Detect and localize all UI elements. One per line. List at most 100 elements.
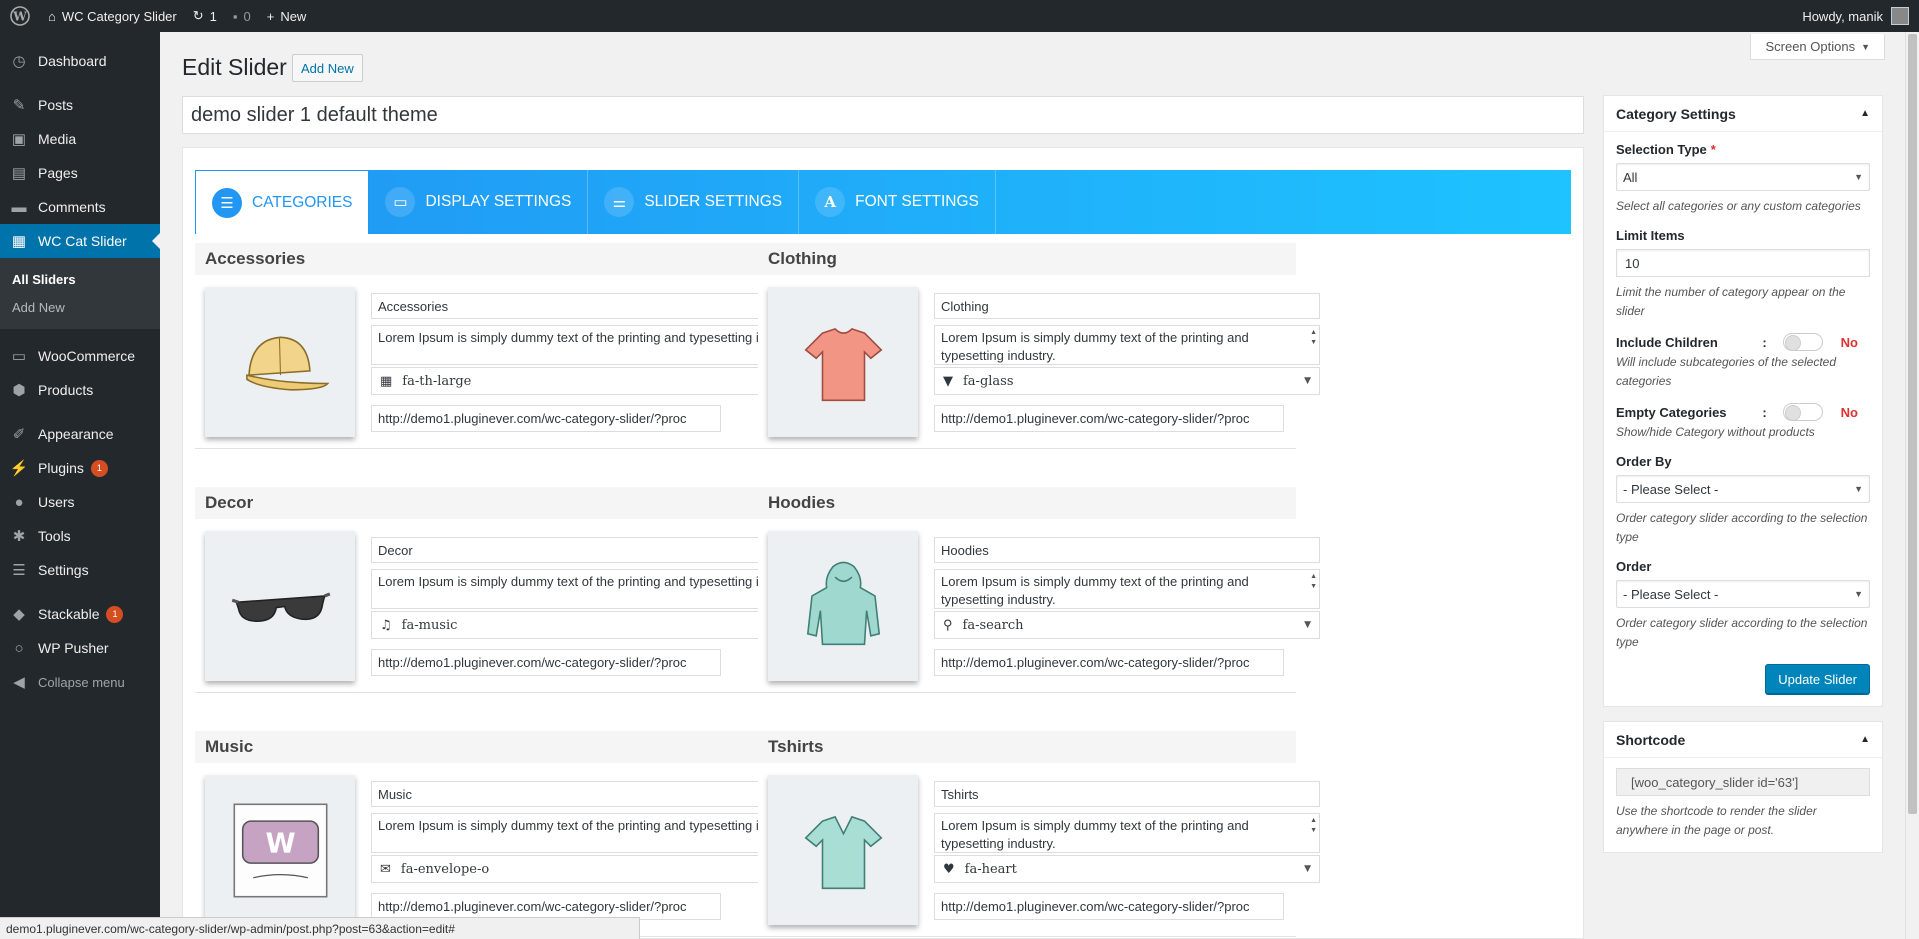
plug-icon: ⚡ — [9, 460, 29, 477]
field-hint: Will include subcategories of the select… — [1616, 355, 1837, 388]
menu-label: WC Cat Slider — [38, 233, 127, 249]
plus-icon: + — [266, 8, 275, 24]
submenu-all-sliders[interactable]: All Sliders — [0, 265, 160, 293]
pages-icon: ▤ — [11, 165, 27, 182]
box-icon: ⬢ — [12, 382, 26, 399]
field-label: Limit Items — [1616, 228, 1685, 243]
empty-categories-toggle[interactable] — [1782, 403, 1823, 421]
category-url-field[interactable]: http://demo1.pluginever.com/wc-category-… — [371, 893, 721, 920]
site-name-link[interactable]: ⌂ WC Category Slider — [40, 0, 185, 32]
metabox-header[interactable]: Category Settings ▲ — [1604, 96, 1882, 132]
sunglasses-image[interactable] — [205, 531, 355, 681]
post-title-input[interactable] — [182, 96, 1584, 134]
updates-link[interactable]: ↻ 1 — [185, 0, 225, 32]
menu-pages[interactable]: ▤ Pages — [0, 156, 160, 190]
comments-link[interactable]: ▪ 0 — [225, 0, 259, 32]
field-hint: Order category slider according to the s… — [1616, 511, 1868, 544]
menu-posts[interactable]: ✎ Posts — [0, 88, 160, 122]
menu-woocommerce[interactable]: ▭ WooCommerce — [0, 339, 160, 373]
menu-dashboard[interactable]: ◷ Dashboard — [0, 44, 160, 78]
order-select[interactable]: - Please Select - ▼ — [1616, 580, 1870, 608]
category-card: Accessories Accessories Lorem Ipsum is s… — [195, 243, 855, 449]
icon-select-value: fa-glass — [963, 373, 1014, 389]
tab-font-settings[interactable]: A FONT SETTINGS — [799, 170, 996, 234]
icon-select[interactable]: ⚲ fa-search ▼ — [934, 611, 1320, 639]
add-new-button[interactable]: Add New — [292, 54, 363, 82]
tab-label: FONT SETTINGS — [855, 193, 979, 210]
description-text: Lorem Ipsum is simply dummy text of the … — [941, 818, 1249, 851]
tab-display-settings[interactable]: ▭ DISPLAY SETTINGS — [369, 170, 589, 234]
scrollbar-thumb[interactable] — [1908, 34, 1917, 814]
page-title: Edit Slider — [182, 54, 287, 80]
plugins-badge: 1 — [90, 459, 108, 477]
select-value: All — [1623, 169, 1638, 185]
hoodie-image[interactable] — [768, 531, 918, 681]
category-url-field[interactable]: http://demo1.pluginever.com/wc-category-… — [371, 405, 721, 432]
slides-icon: ▦ — [11, 233, 27, 250]
menu-media[interactable]: ▣ Media — [0, 122, 160, 156]
admin-bar: W ⌂ WC Category Slider ↻ 1 ▪ 0 + New How… — [0, 0, 1919, 32]
category-url-field[interactable]: http://demo1.pluginever.com/wc-category-… — [371, 649, 721, 676]
howdy-text: Howdy, manik — [1802, 8, 1883, 24]
cap-image[interactable] — [205, 287, 355, 437]
include-children-toggle[interactable] — [1782, 333, 1823, 351]
page-scrollbar[interactable] — [1905, 32, 1919, 939]
update-slider-button[interactable]: Update Slider — [1765, 664, 1870, 694]
menu-wp-pusher[interactable]: ○ WP Pusher — [0, 631, 160, 665]
category-description-field[interactable]: Lorem Ipsum is simply dummy text of the … — [934, 569, 1320, 609]
label-text: Include Children — [1616, 334, 1718, 350]
menu-products[interactable]: ⬢ Products — [0, 373, 160, 407]
category-description-field[interactable]: Lorem Ipsum is simply dummy text of the … — [934, 813, 1320, 853]
vneck-image[interactable] — [768, 775, 918, 925]
select-value: - Please Select - — [1623, 481, 1719, 497]
tshirt-image[interactable] — [768, 287, 918, 437]
menu-appearance[interactable]: ✐ Appearance — [0, 417, 160, 451]
collapse-arrow-icon[interactable]: ▲ — [1860, 108, 1870, 119]
search-icon: ⚲ — [943, 617, 953, 633]
collapse-arrow-icon[interactable]: ▲ — [1860, 734, 1870, 745]
dropdown-arrow-icon: ▼ — [1854, 589, 1863, 599]
menu-stackable[interactable]: ◆ Stackable 1 — [0, 597, 160, 631]
screen-options-button[interactable]: Screen Options ▼ — [1750, 34, 1885, 60]
woo-album-image[interactable]: W — [205, 775, 355, 925]
colon: : — [1762, 334, 1767, 350]
description-text: Lorem Ipsum is simply dummy text of the … — [378, 818, 805, 833]
menu-wc-cat-slider[interactable]: ▦ WC Cat Slider — [0, 224, 160, 258]
selection-type-select[interactable]: All ▼ — [1616, 163, 1870, 191]
select-value: - Please Select - — [1623, 586, 1719, 602]
metabox-header[interactable]: Shortcode ▲ — [1604, 722, 1882, 758]
submenu-add-new[interactable]: Add New — [0, 293, 160, 321]
tab-categories[interactable]: ☰ CATEGORIES — [195, 170, 370, 234]
menu-settings[interactable]: ☰ Settings — [0, 553, 160, 587]
category-description-field[interactable]: Lorem Ipsum is simply dummy text of the … — [934, 325, 1320, 365]
shortcode-field[interactable]: [woo_category_slider id='63'] — [1616, 768, 1870, 796]
menu-plugins[interactable]: ⚡ Plugins 1 — [0, 451, 160, 485]
category-name-field[interactable]: Clothing — [934, 293, 1320, 319]
category-url-field[interactable]: http://demo1.pluginever.com/wc-category-… — [934, 893, 1284, 920]
menu-comments[interactable]: ▬ Comments — [0, 190, 160, 224]
tab-slider-settings[interactable]: ⚌ SLIDER SETTINGS — [588, 170, 800, 234]
submenu: All Sliders Add New — [0, 258, 160, 329]
menu-users[interactable]: ● Users — [0, 485, 160, 519]
wordpress-logo-icon[interactable]: W — [0, 0, 40, 32]
category-name-field[interactable]: Hoodies — [934, 537, 1320, 563]
category-url-field[interactable]: http://demo1.pluginever.com/wc-category-… — [934, 649, 1284, 676]
my-account[interactable]: Howdy, manik — [1802, 7, 1919, 25]
description-text: Lorem Ipsum is simply dummy text of the … — [941, 574, 1249, 607]
th-large-icon: ▦ — [380, 373, 393, 389]
admin-sidebar: ◷ Dashboard ✎ Posts ▣ Media ▤ Pages ▬ Comment… — [0, 32, 160, 939]
category-card: Tshirts Tshirts Lorem Ipsum is simply du… — [758, 731, 1320, 937]
category-name-field[interactable]: Tshirts — [934, 781, 1320, 807]
new-content-link[interactable]: + New — [259, 0, 315, 32]
glass-icon: ▼ — [943, 373, 953, 389]
menu-tools[interactable]: ✱ Tools — [0, 519, 160, 553]
metabox-title: Shortcode — [1616, 731, 1686, 748]
collapse-menu-button[interactable]: ◀ Collapse menu — [0, 665, 160, 699]
font-icon: A — [815, 187, 846, 217]
limit-items-input[interactable]: 10 — [1616, 249, 1870, 277]
icon-select[interactable]: ▼ fa-glass ▼ — [934, 367, 1320, 395]
sidebar-metaboxes: Category Settings ▲ Selection Type * All ▼ … — [1603, 95, 1883, 867]
category-url-field[interactable]: http://demo1.pluginever.com/wc-category-… — [934, 405, 1284, 432]
order-by-select[interactable]: - Please Select - ▼ — [1616, 475, 1870, 503]
icon-select[interactable]: ♥ fa-heart ▼ — [934, 855, 1320, 883]
